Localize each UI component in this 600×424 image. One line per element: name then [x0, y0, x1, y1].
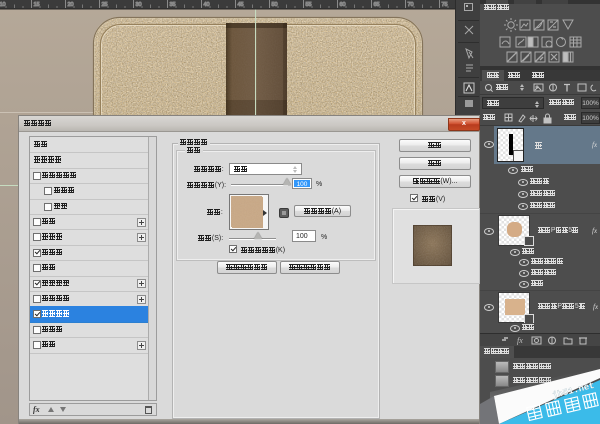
svg-text:45: 45 [238, 2, 244, 8]
svg-text:20: 20 [68, 2, 74, 8]
svg-text:30: 30 [136, 2, 142, 8]
svg-text:25: 25 [102, 2, 108, 8]
svg-text:10: 10 [0, 2, 6, 8]
svg-text:70: 70 [408, 2, 414, 8]
svg-text:60: 60 [340, 2, 346, 8]
svg-text:40: 40 [204, 2, 210, 8]
svg-text:75: 75 [442, 2, 448, 8]
svg-text:15: 15 [34, 2, 40, 8]
svg-text:50: 50 [272, 2, 278, 8]
svg-text:55: 55 [306, 2, 312, 8]
svg-text:65: 65 [374, 2, 380, 8]
svg-text:35: 35 [170, 2, 176, 8]
